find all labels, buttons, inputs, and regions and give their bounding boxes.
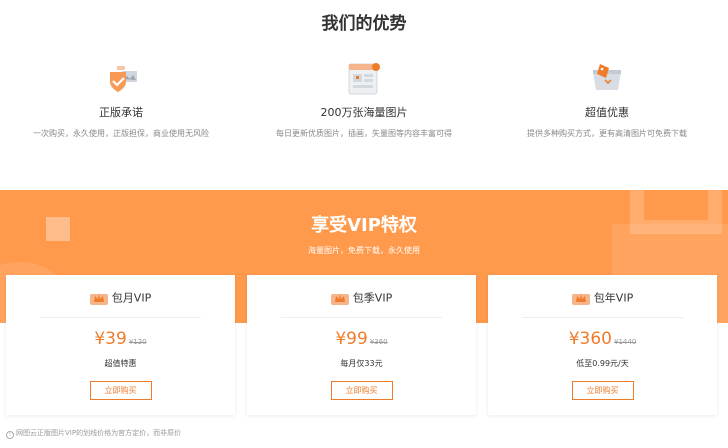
plan-note: 每月仅33元 xyxy=(340,359,383,368)
vip-title: 享受VIP特权 xyxy=(311,215,417,236)
pricing-footnote: i 网图云正版图片VIP的划线价格为官方定价，而非原价 xyxy=(6,428,181,439)
currency-symbol: ¥ xyxy=(568,329,580,349)
currency-symbol: ¥ xyxy=(335,329,347,349)
crown-badge-icon xyxy=(89,294,108,305)
plan-price: ¥39 ¥120 xyxy=(6,329,235,349)
price-amount: 39 xyxy=(105,329,127,349)
divider xyxy=(40,317,201,318)
original-price: ¥1440 xyxy=(614,338,637,346)
plan-card-monthly: 包月VIP ¥39 ¥120 超值特惠 立即购买 xyxy=(6,275,235,415)
plan-price: ¥360 ¥1440 xyxy=(488,329,717,349)
footnote-text: 网图云正版图片VIP的划线价格为官方定价，而非原价 xyxy=(16,429,182,437)
price-amount: 360 xyxy=(579,329,612,349)
plan-header: 包年VIP xyxy=(488,287,717,307)
buy-now-button[interactable]: 立即购买 xyxy=(89,381,152,400)
buy-now-button[interactable]: 立即购买 xyxy=(330,381,393,400)
gallery-window-icon xyxy=(348,63,380,95)
plan-name: 包年VIP xyxy=(593,291,634,305)
feature-desc: 每日更新优质图片，插画，矢量图等内容丰富可得 xyxy=(276,129,452,138)
shield-image-icon xyxy=(110,66,137,92)
divider xyxy=(522,317,683,318)
discount-basket-icon xyxy=(593,64,621,90)
feature-title: 正版承诺 xyxy=(99,106,143,119)
price-amount: 99 xyxy=(346,329,368,349)
info-icon: i xyxy=(6,431,14,439)
feature-desc: 提供多种购买方式，更有高清图片可免费下载 xyxy=(527,129,687,138)
advantages-section: 我们的优势 正版承诺 一次购买，永久使用，正版担保，商业使用无风险 200万张海… xyxy=(0,0,728,190)
plan-card-yearly: 包年VIP ¥360 ¥1440 低至0.99元/天 立即购买 xyxy=(488,275,717,415)
vip-subtitle: 海量图片，免费下载，永久使用 xyxy=(308,246,420,255)
feature-gallery: 200万张海量图片 每日更新优质图片，插画，矢量图等内容丰富可得 xyxy=(243,58,485,139)
crown-badge-icon xyxy=(571,294,590,305)
crown-badge-icon xyxy=(330,294,349,305)
feature-desc: 一次购买，永久使用，正版担保，商业使用无风险 xyxy=(33,129,209,138)
plan-card-quarterly: 包季VIP ¥99 ¥360 每月仅33元 立即购买 xyxy=(247,275,476,415)
plan-header: 包季VIP xyxy=(247,287,476,307)
divider xyxy=(281,317,442,318)
plan-note: 超值特惠 xyxy=(104,359,137,368)
feature-genuine: 正版承诺 一次购买，永久使用，正版担保，商业使用无风险 xyxy=(0,58,242,139)
original-price: ¥120 xyxy=(128,338,147,346)
advantages-title: 我们的优势 xyxy=(321,14,407,34)
plan-name: 包季VIP xyxy=(352,291,393,305)
feature-title: 200万张海量图片 xyxy=(320,106,408,119)
plan-price: ¥99 ¥360 xyxy=(247,329,476,349)
buy-now-button[interactable]: 立即购买 xyxy=(571,381,634,400)
plan-header: 包月VIP xyxy=(6,287,235,307)
original-price: ¥360 xyxy=(369,338,388,346)
plan-note: 低至0.99元/天 xyxy=(576,359,629,368)
currency-symbol: ¥ xyxy=(94,329,106,349)
feature-title: 超值优惠 xyxy=(585,106,629,119)
feature-discount: 超值优惠 提供多种购买方式，更有高清图片可免费下载 xyxy=(486,58,728,139)
plan-name: 包月VIP xyxy=(111,291,152,305)
